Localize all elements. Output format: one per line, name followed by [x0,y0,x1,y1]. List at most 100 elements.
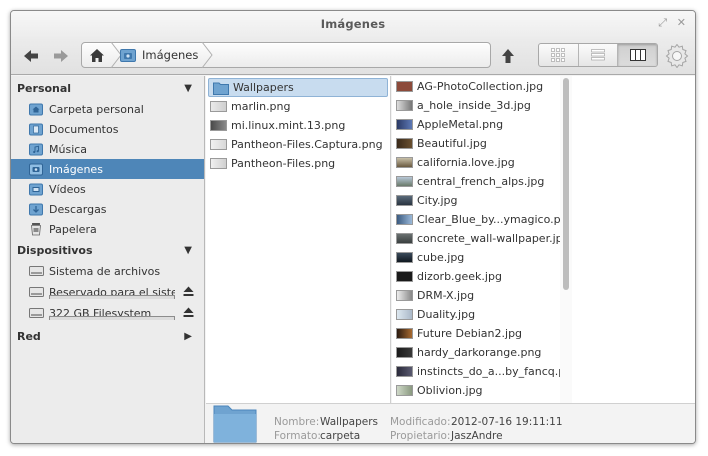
device-label: Sistema de archivos [49,264,161,278]
list-item[interactable]: City.jpg [392,191,560,210]
column-view-button[interactable] [618,44,657,66]
home-icon [90,48,104,62]
file-name: marlin.png [231,100,291,113]
sidebar-item-imagenes[interactable]: Imágenes [11,159,204,179]
device-item-322gb[interactable]: 322 GB Filesystem [11,303,204,323]
home-crumb[interactable] [82,43,112,67]
gear-icon[interactable] [665,44,689,68]
collapse-arrow-icon[interactable]: ▼ [184,245,192,256]
file-name: Duality.jpg [417,308,476,321]
pictures-folder-icon [29,163,43,176]
sidebar-item-papelera[interactable]: Papelera [11,219,204,239]
forward-button[interactable] [49,45,73,67]
list-item-wallpapers[interactable]: Wallpapers [208,78,388,97]
list-item[interactable]: Pantheon-Files.Captura.png [206,135,390,154]
file-name: Pantheon-Files.Captura.png [231,138,383,151]
section-title: Dispositivos [17,243,93,257]
details-pane: Nombre: Wallpapers Formato: carpeta Modi… [206,403,695,443]
file-name: mi.linux.mint.13.png [231,119,346,132]
name-label: Nombre: [274,416,320,428]
file-name: cube.jpg [417,251,465,264]
device-label: Reservado para el siste... [49,285,175,299]
collapse-arrow-icon[interactable]: ▼ [184,83,192,94]
list-item[interactable]: concrete_wall-wallpaper.jpg [392,229,560,248]
folder-preview-icon [213,405,257,443]
image-thumbnail [396,119,413,130]
list-item[interactable]: california.love.jpg [392,153,560,172]
sidebar-item-label: Imágenes [49,162,103,176]
image-thumbnail [396,328,413,339]
list-item[interactable]: Future Debian2.jpg [392,324,560,343]
image-thumbnail [396,195,413,206]
sidebar: Personal ▼ Carpeta personal Documentos M [11,76,205,443]
device-item-sistema-de-archivos[interactable]: Sistema de archivos [11,261,204,281]
home-folder-icon [29,103,43,116]
list-item[interactable]: AppleMetal.png [392,115,560,134]
list-item[interactable]: dizorb.geek.jpg [392,267,560,286]
column-pictures: Wallpapers marlin.png mi.linux.mint.13.p… [206,76,391,403]
image-thumbnail [396,271,413,282]
image-thumbnail [396,290,413,301]
list-item[interactable]: Clear_Blue_by...ymagico.png [392,210,560,229]
expand-arrow-icon[interactable]: ▶ [184,331,192,342]
sidebar-section-personal[interactable]: Personal ▼ [11,77,204,99]
sidebar-item-descargas[interactable]: Descargas [11,199,204,219]
toolbar: Imágenes [11,37,695,75]
file-name: Wallpapers [233,81,294,94]
sidebar-item-label: Carpeta personal [49,102,144,116]
grid-view-button[interactable] [539,44,579,66]
list-item[interactable]: AG-PhotoCollection.jpg [392,77,560,96]
grid-view-icon [551,48,566,62]
section-title: Red [17,329,41,343]
format-value: carpeta [320,430,361,442]
path-crumb-label[interactable]: Imágenes [142,48,198,62]
list-view-button[interactable] [579,44,619,66]
list-item[interactable]: DRM-X.jpg [392,286,560,305]
image-thumbnail [396,252,413,263]
up-arrow-icon [502,49,514,63]
sidebar-section-network[interactable]: Red ▶ [11,325,204,347]
image-thumbnail [396,347,413,358]
scrollbar-thumb[interactable] [563,78,569,290]
back-button[interactable] [19,45,43,67]
list-item[interactable]: central_french_alps.jpg [392,172,560,191]
sidebar-item-musica[interactable]: Música [11,139,204,159]
forward-arrow-icon [54,50,68,62]
folder-icon [213,82,229,95]
file-name: AppleMetal.png [417,118,504,131]
maximize-icon[interactable]: ⤢ [658,17,667,29]
image-thumbnail [210,139,227,150]
sidebar-item-carpeta-personal[interactable]: Carpeta personal [11,99,204,119]
close-icon[interactable]: ✕ [677,17,686,29]
image-thumbnail [396,309,413,320]
path-bar[interactable]: Imágenes [81,42,491,68]
list-item[interactable]: instincts_do_a...by_fancq.png [392,362,560,381]
eject-icon[interactable] [183,286,194,297]
list-item[interactable]: cube.jpg [392,248,560,267]
list-item[interactable]: a_hole_inside_3d.jpg [392,96,560,115]
list-item[interactable]: hardy_darkorange.png [392,343,560,362]
list-item[interactable]: Beautiful.jpg [392,134,560,153]
list-item[interactable]: Pantheon-Files.png [206,154,390,173]
column-empty [572,76,695,403]
crumb-separator [201,42,213,68]
list-item[interactable]: mi.linux.mint.13.png [206,116,390,135]
file-name: Pantheon-Files.png [231,157,336,170]
device-item-reservado[interactable]: Reservado para el siste... [11,282,204,302]
list-item[interactable]: Oblivion.jpg [392,381,560,400]
image-thumbnail [396,385,413,396]
eject-icon[interactable] [183,307,194,318]
list-item[interactable]: marlin.png [206,97,390,116]
sidebar-item-documentos[interactable]: Documentos [11,119,204,139]
up-button[interactable] [497,45,519,67]
window-title: Imágenes [320,17,386,31]
file-name: AG-PhotoCollection.jpg [417,80,544,93]
sidebar-item-videos[interactable]: Vídeos [11,179,204,199]
documents-folder-icon [29,123,43,136]
sidebar-section-devices[interactable]: Dispositivos ▼ [11,239,204,261]
image-thumbnail [396,366,413,377]
image-thumbnail [396,100,413,111]
file-name: hardy_darkorange.png [417,346,542,359]
file-name: DRM-X.jpg [417,289,475,302]
list-item[interactable]: Duality.jpg [392,305,560,324]
